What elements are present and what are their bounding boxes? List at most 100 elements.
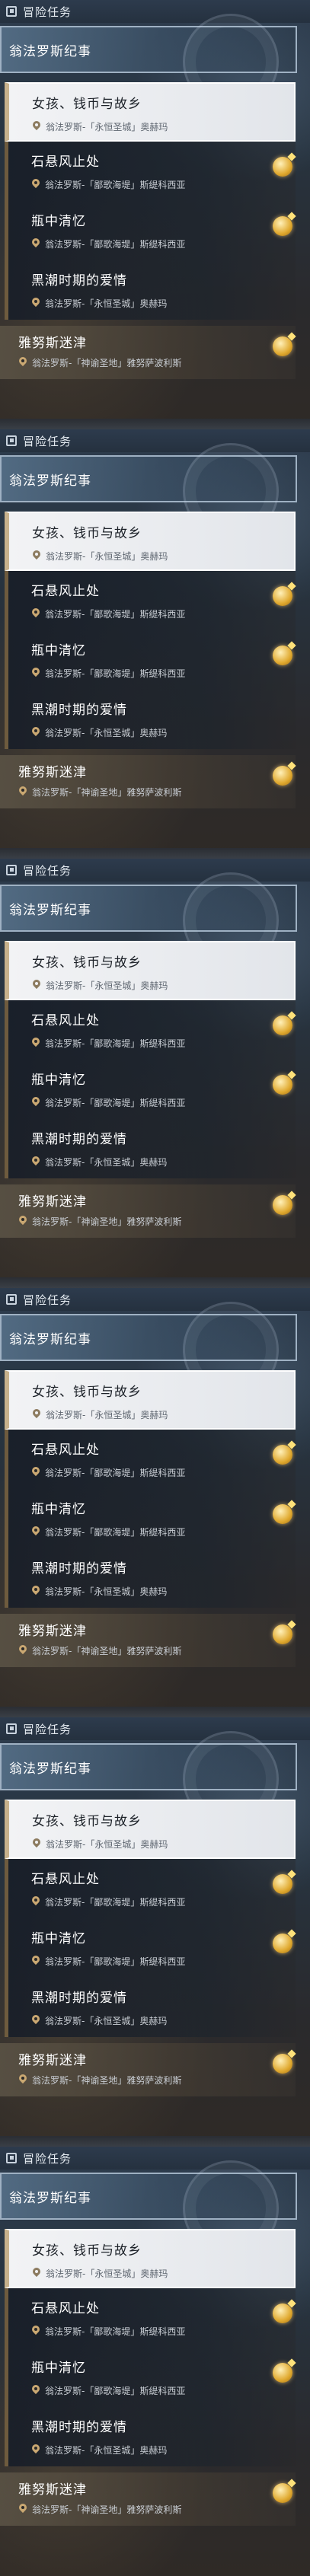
panel-title: 冒险任务 [23, 5, 72, 19]
quest-location-text: 翁法罗斯-「永恒圣城」奥赫玛 [45, 1157, 168, 1168]
quest-location-text: 翁法罗斯-「鄙歌海堤」斯缇科西亚 [45, 1956, 186, 1967]
quest-item[interactable]: 黑潮时期的爱情翁法罗斯-「永恒圣城」奥赫玛 [5, 2407, 296, 2466]
quest-item[interactable]: 女孩、钱币与故乡 翁法罗斯-「永恒圣城」奥赫玛 [5, 82, 296, 142]
location-pin-icon [32, 1409, 41, 1420]
quest-title: 黑潮时期的爱情 [31, 2420, 127, 2435]
quest-panel-1: 冒险任务 翁法罗斯纪事 女孩、钱币与故乡 翁法罗斯-「永恒圣城」奥赫玛 石悬风止处翁… [0, 0, 310, 429]
quest-item[interactable]: 女孩、钱币与故乡 翁法罗斯-「永恒圣城」奥赫玛 [5, 512, 296, 571]
location-pin-icon [32, 550, 41, 562]
panel-header: 冒险任务 [0, 859, 310, 882]
quest-item[interactable]: 石悬风止处 翁法罗斯-「鄙歌海堤」斯缇科西亚 [5, 142, 296, 201]
quest-item[interactable]: 黑潮时期的爱情 翁法罗斯-「永恒圣城」奥赫玛 [5, 1978, 296, 2037]
panel-header: 冒险任务 [0, 429, 310, 452]
panel-divider [0, 848, 310, 859]
quest-item[interactable]: 瓶中清忆 翁法罗斯-「鄙歌海堤」斯缇科西亚 [5, 2348, 296, 2407]
region-tab-amphoreus[interactable]: 翁法罗斯纪事 [0, 14, 297, 110]
location-pin-icon [32, 1838, 41, 1850]
new-quest-badge-icon [273, 152, 296, 177]
quest-item[interactable]: 石悬风止处 翁法罗斯-「鄙歌海堤」斯缇科西亚 [5, 1859, 296, 1918]
quest-title: 黑潮时期的爱情 [31, 273, 127, 289]
location-pin-icon [31, 1526, 40, 1538]
quest-item[interactable]: 石悬风止处 翁法罗斯-「鄙歌海堤」斯缇科西亚 [5, 2288, 296, 2348]
sparkle-icon [287, 1870, 296, 1879]
quest-item[interactable]: 石悬风止处 翁法罗斯-「鄙歌海堤」斯缇科西亚 [5, 1430, 296, 1489]
quest-title: 女孩、钱币与故乡 [32, 1385, 142, 1400]
quest-title: 雅努斯迷津 [18, 1194, 87, 1210]
new-quest-badge-icon [273, 1929, 296, 1953]
quest-title: 女孩、钱币与故乡 [32, 97, 142, 112]
location-pin-icon [31, 727, 40, 738]
location-pin-icon [18, 357, 27, 368]
quest-item[interactable]: 石悬风止处 翁法罗斯-「鄙歌海堤」斯缇科西亚 [5, 571, 296, 630]
quest-item[interactable]: 黑潮时期的爱情 翁法罗斯-「永恒圣城」奥赫玛 [5, 1119, 296, 1178]
region-tab-amphoreus[interactable]: 翁法罗斯纪事 [0, 1302, 297, 1398]
sparkle-icon [287, 761, 296, 770]
quest-location: 翁法罗斯-「神谕圣地」雅努萨波利斯 [18, 356, 181, 369]
quest-item[interactable]: 雅努斯迷津 翁法罗斯-「神谕圣地」雅努萨波利斯 [0, 755, 296, 808]
quest-location: 翁法罗斯-「神谕圣地」雅努萨波利斯 [18, 2074, 181, 2087]
region-tab-amphoreus[interactable]: 翁法罗斯纪事 [0, 872, 297, 968]
location-pin-icon [31, 608, 40, 620]
location-pin-icon [18, 2074, 27, 2086]
quest-item[interactable]: 瓶中清忆 翁法罗斯-「鄙歌海堤」斯缇科西亚 [5, 1060, 296, 1119]
quest-location-text: 翁法罗斯-「永恒圣城」奥赫玛 [45, 298, 168, 309]
quest-item[interactable]: 雅努斯迷津 翁法罗斯-「神谕圣地」雅努萨波利斯 [0, 2043, 296, 2096]
quest-item[interactable]: 女孩、钱币与故乡 翁法罗斯-「永恒圣城」奥赫玛 [5, 941, 296, 1000]
quest-panel-2: 冒险任务 翁法罗斯纪事 女孩、钱币与故乡 翁法罗斯-「永恒圣城」奥赫玛 石悬风止处翁… [0, 429, 310, 859]
quest-location: 翁法罗斯-「鄙歌海堤」斯缇科西亚 [31, 1895, 185, 1908]
quest-location-text: 翁法罗斯-「永恒圣城」奥赫玛 [45, 728, 168, 738]
quest-location: 翁法罗斯-「神谕圣地」雅努萨波利斯 [18, 786, 181, 799]
quest-title: 女孩、钱币与故乡 [32, 2243, 142, 2259]
location-pin-icon [31, 1038, 40, 1049]
sparkle-icon [287, 1011, 296, 1020]
new-quest-badge-icon [273, 332, 296, 356]
new-quest-badge-icon [273, 2479, 296, 2503]
quest-location-text: 翁法罗斯-「神谕圣地」雅努萨波利斯 [32, 787, 182, 798]
location-pin-icon [31, 1097, 40, 1108]
quest-title: 石悬风止处 [31, 1013, 100, 1028]
quest-item[interactable]: 黑潮时期的爱情 翁法罗斯-「永恒圣城」奥赫玛 [5, 690, 296, 749]
quest-location-text: 翁法罗斯-「鄙歌海堤」斯缇科西亚 [45, 180, 186, 190]
quest-location: 翁法罗斯-「永恒圣城」奥赫玛 [32, 979, 168, 992]
quest-location-text: 翁法罗斯-「鄙歌海堤」斯缇科西亚 [45, 2386, 186, 2396]
quest-location: 翁法罗斯-「鄙歌海堤」斯缇科西亚 [31, 667, 185, 680]
quest-item[interactable]: 雅努斯迷津翁法罗斯-「神谕圣地」雅努萨波利斯 [0, 1184, 296, 1238]
quest-item[interactable]: 瓶中清忆 翁法罗斯-「鄙歌海堤」斯缇科西亚 [5, 1918, 296, 1978]
panel-divider [0, 2136, 310, 2147]
region-tab-amphoreus[interactable]: 翁法罗斯纪事 [0, 1731, 297, 1827]
location-pin-icon [31, 1896, 40, 1908]
quest-location-text: 翁法罗斯-「神谕圣地」雅努萨波利斯 [32, 1216, 182, 1227]
quest-item[interactable]: 瓶中清忆 翁法罗斯-「鄙歌海堤」斯缇科西亚 [5, 201, 296, 260]
location-pin-icon [31, 2385, 40, 2396]
new-quest-badge-icon [273, 1500, 296, 1524]
quest-location: 翁法罗斯-「永恒圣城」奥赫玛 [31, 726, 167, 739]
quest-log-icon [6, 6, 17, 17]
quest-item[interactable]: 女孩、钱币与故乡 翁法罗斯-「永恒圣城」奥赫玛 [5, 1370, 296, 1430]
quest-location: 翁法罗斯-「永恒圣城」奥赫玛 [31, 2444, 167, 2456]
sparkle-icon [287, 152, 296, 161]
quest-item[interactable]: 瓶中清忆 翁法罗斯-「鄙歌海堤」斯缇科西亚 [5, 630, 296, 690]
quest-item[interactable]: 石悬风止处 翁法罗斯-「鄙歌海堤」斯缇科西亚 [5, 1000, 296, 1060]
quest-title: 瓶中清忆 [31, 1502, 86, 1517]
quest-item[interactable]: 雅努斯迷津 翁法罗斯-「神谕圣地」雅努萨波利斯 [0, 326, 296, 379]
quest-item[interactable]: 雅努斯迷津 翁法罗斯-「神谕圣地」雅努萨波利斯 [0, 1614, 296, 1667]
quest-item[interactable]: 黑潮时期的爱情翁法罗斯-「永恒圣城」奥赫玛 [5, 260, 296, 320]
location-pin-icon [31, 1467, 40, 1478]
panel-title: 冒险任务 [23, 863, 72, 878]
panel-title: 冒险任务 [23, 434, 72, 448]
quest-item[interactable]: 黑潮时期的爱情 翁法罗斯-「永恒圣城」奥赫玛 [5, 1548, 296, 1608]
region-title: 翁法罗斯纪事 [9, 1331, 91, 1347]
quest-item[interactable]: 瓶中清忆 翁法罗斯-「鄙歌海堤」斯缇科西亚 [5, 1489, 296, 1548]
sparkle-icon [287, 332, 296, 341]
region-tab-amphoreus[interactable]: 翁法罗斯纪事 [0, 2160, 297, 2256]
quest-location-text: 翁法罗斯-「鄙歌海堤」斯缇科西亚 [45, 2326, 186, 2337]
new-quest-badge-icon [273, 1440, 296, 1465]
quest-item[interactable]: 女孩、钱币与故乡 翁法罗斯-「永恒圣城」奥赫玛 [5, 2229, 296, 2288]
quest-location-text: 翁法罗斯-「永恒圣城」奥赫玛 [45, 2445, 168, 2456]
quest-item[interactable]: 女孩、钱币与故乡 翁法罗斯-「永恒圣城」奥赫玛 [5, 1800, 296, 1859]
quest-item[interactable]: 雅努斯迷津 翁法罗斯-「神谕圣地」雅努萨波利斯 [0, 2472, 296, 2526]
new-quest-badge-icon [273, 641, 296, 665]
panel-divider [0, 1707, 310, 1717]
location-pin-icon [31, 238, 40, 250]
region-tab-amphoreus[interactable]: 翁法罗斯纪事 [0, 443, 297, 539]
